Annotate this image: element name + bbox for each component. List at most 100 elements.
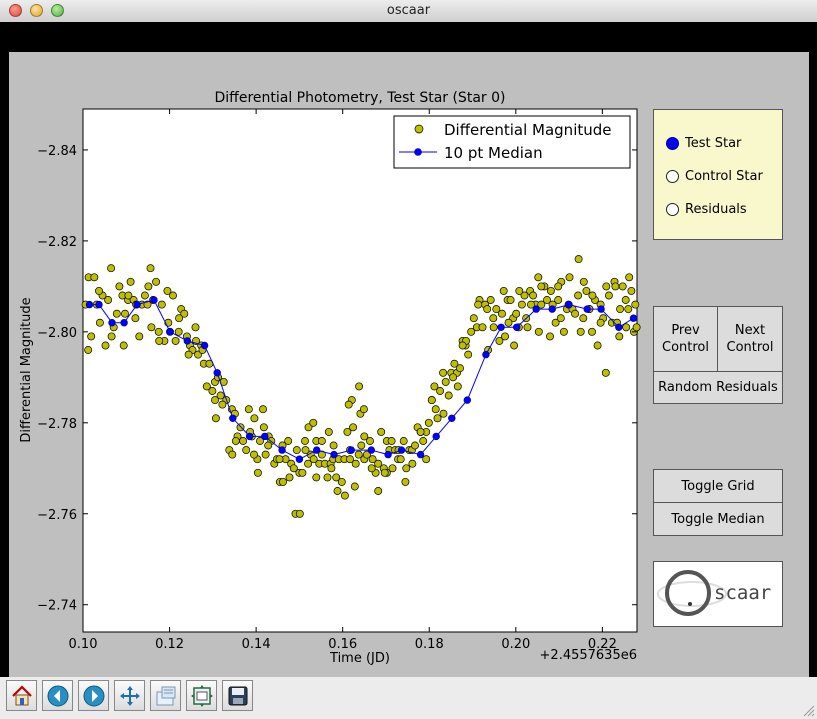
data-point — [374, 487, 383, 495]
data-point — [625, 273, 634, 282]
next-control-button[interactable]: Next Control — [717, 306, 783, 372]
radio-test-star[interactable]: Test Star — [666, 133, 741, 153]
data-point — [349, 423, 358, 432]
data-point — [402, 464, 411, 473]
save-button[interactable] — [222, 680, 253, 711]
home-button[interactable] — [6, 680, 37, 711]
radio-test-star-label: Test Star — [685, 135, 742, 151]
median-point — [108, 319, 116, 327]
prev-control-button[interactable]: Prev Control — [653, 306, 718, 372]
median-point — [183, 337, 192, 345]
y-axis-label: Differential Magnitude — [19, 297, 34, 442]
data-point — [211, 414, 220, 423]
data-point — [298, 468, 307, 477]
data-point — [154, 327, 163, 336]
data-point — [84, 346, 93, 354]
data-point — [529, 291, 538, 300]
x-tick-label: 0.10 — [69, 637, 98, 652]
data-point — [242, 446, 251, 455]
y-tick-label: −2.74 — [37, 599, 77, 614]
median-point — [95, 300, 103, 309]
data-point — [309, 418, 318, 427]
data-point — [140, 291, 149, 300]
subplots-button[interactable] — [186, 680, 217, 711]
data-point — [419, 437, 428, 445]
pan-icon — [119, 685, 140, 706]
zoom-button[interactable] — [150, 680, 181, 711]
data-point — [329, 441, 338, 450]
data-point — [469, 314, 478, 323]
median-point — [133, 300, 141, 309]
y-tick-label: −2.80 — [37, 326, 77, 341]
pan-button[interactable] — [114, 680, 145, 711]
data-point — [486, 296, 495, 304]
data-point — [489, 314, 498, 323]
median-point — [150, 296, 158, 304]
data-point — [90, 273, 99, 282]
data-point — [501, 332, 509, 341]
data-point — [449, 373, 458, 382]
data-point — [231, 437, 240, 445]
data-point — [388, 464, 397, 473]
data-point — [483, 305, 492, 314]
data-point — [436, 387, 445, 395]
x-tick-label: 0.20 — [501, 637, 530, 652]
median-point — [615, 323, 623, 331]
data-point — [284, 437, 293, 445]
data-point — [351, 459, 360, 468]
radio-control-star[interactable]: Control Star — [666, 166, 763, 186]
data-point — [401, 477, 410, 486]
data-point — [582, 286, 591, 295]
forward-button[interactable] — [78, 680, 109, 711]
data-point — [264, 441, 273, 450]
data-point — [498, 309, 506, 318]
random-residuals-button[interactable]: Random Residuals — [653, 371, 783, 404]
data-point — [259, 423, 268, 432]
data-point — [147, 323, 156, 332]
radio-residuals[interactable]: Residuals — [666, 199, 747, 219]
data-point — [554, 296, 563, 304]
radio-control-star-indicator — [666, 169, 679, 183]
data-point — [611, 282, 620, 291]
data-point — [596, 318, 605, 327]
data-point — [554, 282, 563, 291]
figure-canvas: 0.10 0.12 0.14 0.16 0.18 0.20 0.22 −2.84 −2.82 −2… — [9, 52, 809, 690]
data-point — [579, 277, 588, 286]
legend-marker-differential-magnitude — [414, 124, 424, 134]
data-point — [396, 455, 405, 464]
data-point — [616, 305, 625, 314]
back-button[interactable] — [42, 680, 73, 711]
data-point — [517, 300, 526, 309]
data-point — [355, 382, 364, 391]
save-icon — [228, 686, 247, 705]
data-point — [632, 323, 641, 332]
data-point — [360, 432, 369, 441]
median-point — [166, 328, 174, 336]
resize-grip-icon[interactable] — [803, 705, 815, 717]
data-point — [422, 455, 431, 464]
data-point — [458, 341, 467, 350]
back-icon — [47, 685, 68, 706]
legend-label-differential-magnitude: Differential Magnitude — [444, 121, 612, 139]
data-point — [104, 296, 113, 304]
data-point — [239, 437, 248, 445]
data-point — [285, 473, 294, 482]
x-tick-label: 0.16 — [328, 637, 357, 652]
data-point — [576, 327, 585, 336]
data-point — [456, 364, 464, 373]
data-point — [534, 273, 543, 282]
data-point — [424, 418, 433, 427]
data-point — [146, 264, 155, 273]
median-point — [200, 341, 209, 350]
toggle-grid-button[interactable]: Toggle Grid — [653, 469, 783, 503]
data-point — [604, 291, 613, 300]
data-point — [261, 450, 270, 459]
data-point — [124, 291, 133, 300]
median-point — [278, 446, 286, 454]
median-point — [597, 305, 605, 313]
toggle-median-button[interactable]: Toggle Median — [653, 502, 783, 536]
data-point — [556, 314, 565, 323]
data-point — [439, 368, 448, 377]
data-point — [337, 477, 346, 486]
data-point — [244, 405, 253, 414]
